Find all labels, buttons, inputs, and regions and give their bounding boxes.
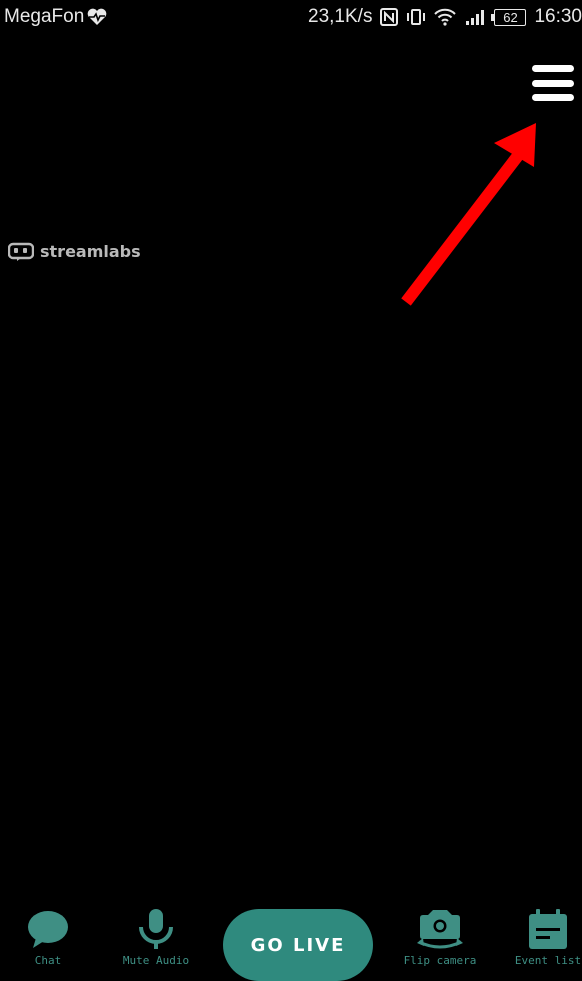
menu-bar-middle [532, 79, 574, 87]
event-list-icon [529, 909, 567, 949]
heart-pulse-icon [86, 8, 108, 26]
flip-camera-label: Flip camera [403, 954, 477, 967]
microphone-icon [139, 909, 173, 949]
streamlabs-icon [8, 242, 34, 261]
nfc-icon [380, 8, 399, 26]
status-right: 23,1K/s 62 16:30 [308, 6, 582, 28]
network-speed: 23,1K/s [308, 6, 373, 27]
chat-label: Chat [34, 954, 62, 967]
clock: 16:30 [534, 6, 582, 27]
chat-icon [28, 911, 68, 948]
brand-name: streamlabs [40, 241, 141, 261]
status-bar: MegaFon 23,1K/s 62 16:30 [0, 0, 582, 34]
event-list-button[interactable]: Event list [514, 908, 582, 967]
flip-camera-button[interactable]: Flip camera [402, 908, 478, 967]
status-left: MegaFon [4, 6, 108, 28]
vibrate-icon [406, 8, 426, 26]
annotation-arrow [401, 123, 536, 306]
event-list-label: Event list [514, 954, 582, 967]
signal-icon [464, 8, 486, 26]
menu-bar-top [532, 65, 574, 72]
battery-icon: 62 [491, 8, 527, 26]
flip-camera-icon [417, 910, 463, 949]
wifi-icon [434, 8, 457, 26]
go-live-button[interactable]: GO LIVE [223, 909, 373, 981]
chat-button[interactable]: Chat [18, 908, 78, 967]
mute-audio-label: Mute Audio [122, 954, 190, 967]
streamlabs-logo: streamlabs [8, 240, 141, 262]
carrier-name: MegaFon [4, 6, 85, 27]
menu-bar-bottom [532, 94, 574, 101]
hamburger-menu-icon[interactable] [528, 60, 580, 106]
mute-audio-button[interactable]: Mute Audio [118, 908, 194, 967]
